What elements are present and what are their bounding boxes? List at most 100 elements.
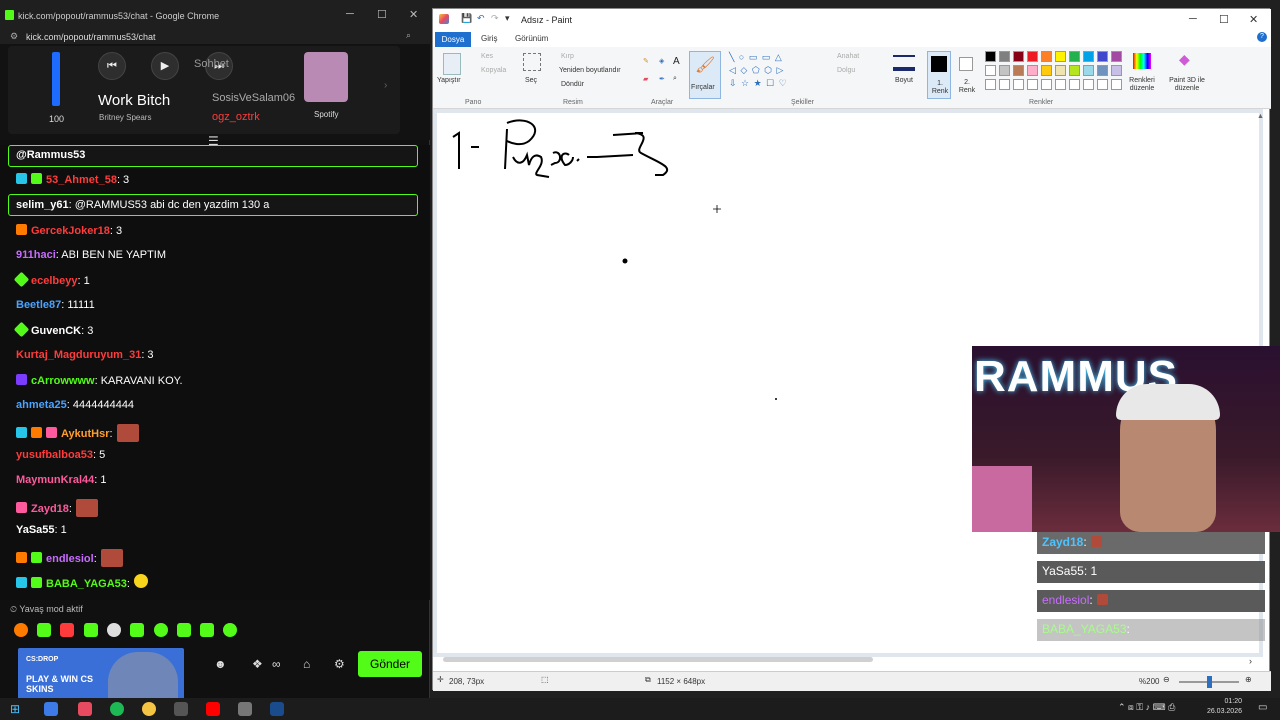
paint-close-button[interactable]: ✕: [1249, 13, 1258, 26]
chat-username[interactable]: yusufbalboa53: [16, 449, 93, 461]
overlay-scroll-icon[interactable]: ›: [1249, 656, 1252, 666]
link-icon[interactable]: ∞: [272, 657, 281, 671]
youtube-icon[interactable]: [206, 702, 220, 716]
play-button[interactable]: ▶: [151, 52, 179, 80]
palette-swatch[interactable]: [1111, 79, 1122, 90]
chat-username[interactable]: cArrowwww: [31, 375, 95, 387]
chat-username[interactable]: GercekJoker18: [31, 225, 110, 237]
promo-banner[interactable]: CS:DROP PLAY & WIN CS SKINS: [18, 648, 184, 704]
palette-swatch[interactable]: [1055, 65, 1066, 76]
undo-icon[interactable]: ↶: [477, 13, 485, 24]
select-button[interactable]: Seç: [525, 77, 537, 84]
select-icon[interactable]: [523, 53, 541, 71]
taskbar-app-icon[interactable]: [44, 702, 58, 716]
close-button[interactable]: ✕: [409, 8, 418, 21]
tab-file[interactable]: Dosya: [435, 32, 471, 47]
clipboard-icon[interactable]: [443, 53, 461, 75]
chat-username[interactable]: selim_y61: [16, 199, 69, 211]
outline-button[interactable]: Anahat: [837, 53, 859, 60]
chat-username[interactable]: @Rammus53: [16, 149, 85, 161]
paint3d-button[interactable]: Paint 3D ile düzenle: [1165, 77, 1209, 93]
spotify-icon[interactable]: [110, 702, 124, 716]
taskbar-app-icon[interactable]: [78, 702, 92, 716]
palette-swatch[interactable]: [1097, 65, 1108, 76]
edit-colors-icon[interactable]: [1133, 53, 1151, 69]
extensions-icon[interactable]: ❖: [252, 657, 263, 671]
settings-gear-icon[interactable]: ⚙: [334, 657, 345, 671]
chat-username[interactable]: MaymunKral44: [16, 474, 94, 486]
help-icon[interactable]: ?: [1257, 32, 1267, 42]
palette-swatch[interactable]: [1013, 51, 1024, 62]
color1-button[interactable]: 1. Renk: [927, 51, 951, 99]
chat-username[interactable]: Beetle87: [16, 299, 61, 311]
site-info-icon[interactable]: ⚙: [10, 31, 18, 42]
emoji-icon[interactable]: ☻: [214, 657, 227, 671]
emote-icon[interactable]: [37, 623, 51, 637]
steam-icon[interactable]: [270, 702, 284, 716]
palette-swatch[interactable]: [985, 79, 996, 90]
chat-username[interactable]: Zayd18: [31, 503, 69, 515]
send-button[interactable]: Gönder: [358, 651, 422, 677]
windows-start-icon[interactable]: ⊞: [10, 702, 20, 716]
chat-username[interactable]: 53_Ahmet_58: [46, 174, 117, 186]
notifications-icon[interactable]: ▭: [1258, 702, 1267, 713]
size-button[interactable]: Boyut: [895, 77, 913, 84]
emote-icon[interactable]: [200, 623, 214, 637]
zoom-icon[interactable]: ⌕: [406, 30, 411, 41]
save-icon[interactable]: 💾: [461, 13, 472, 24]
shapes-gallery[interactable]: ╲ ○ ▭ ▭ △ ◁ ◇ ⬠ ⬡ ▷ ⇩ ☆ ★ ☐ ♡: [729, 51, 829, 91]
palette-swatch[interactable]: [1083, 51, 1094, 62]
magnifier-icon[interactable]: ⌕: [673, 75, 677, 83]
tab-home[interactable]: Giriş: [481, 34, 497, 43]
paint-minimize-button[interactable]: ─: [1189, 13, 1197, 25]
url-bar[interactable]: ⚙ kick.com/popout/rammus53/chat ⌕: [0, 30, 430, 44]
palette-swatch[interactable]: [1013, 65, 1024, 76]
palette-swatch[interactable]: [985, 65, 996, 76]
horizontal-scrollbar[interactable]: [443, 657, 873, 662]
brushes-button[interactable]: 🖌 Fırçalar: [689, 51, 721, 99]
palette-swatch[interactable]: [1041, 51, 1052, 62]
crop-button[interactable]: Kırp: [561, 53, 574, 60]
resize-button[interactable]: Yeniden boyutlandır: [559, 67, 621, 74]
palette-swatch[interactable]: [1027, 65, 1038, 76]
chevron-right-icon[interactable]: ›: [384, 80, 387, 91]
chat-username[interactable]: 911haci: [16, 249, 56, 261]
palette-swatch[interactable]: [1027, 79, 1038, 90]
chat-username[interactable]: ecelbeyy: [31, 275, 77, 287]
redo-icon[interactable]: ↷: [491, 13, 499, 24]
prev-button[interactable]: ⏮: [98, 52, 126, 80]
emote-icon[interactable]: [107, 623, 121, 637]
palette-swatch[interactable]: [1097, 79, 1108, 90]
emote-icon[interactable]: [154, 623, 168, 637]
customize-toolbar-icon[interactable]: ▾: [505, 13, 510, 24]
chat-username[interactable]: GuvenCK: [31, 325, 81, 337]
pencil-icon[interactable]: ✎: [643, 57, 649, 65]
chat-username[interactable]: YaSa55: [16, 524, 55, 536]
paint-maximize-button[interactable]: ☐: [1219, 13, 1229, 26]
chat-username[interactable]: BABA_YAGA53: [46, 578, 127, 590]
palette-swatch[interactable]: [1055, 79, 1066, 90]
palette-swatch[interactable]: [1111, 51, 1122, 62]
chat-username[interactable]: endlesiol: [46, 553, 94, 565]
volume-bar[interactable]: [52, 52, 60, 106]
palette-swatch[interactable]: [1013, 79, 1024, 90]
store-icon[interactable]: ⌂: [303, 657, 310, 671]
tab-view[interactable]: Görünüm: [515, 34, 548, 43]
text-tool-icon[interactable]: A: [673, 56, 680, 67]
palette-swatch[interactable]: [1027, 51, 1038, 62]
edit-colors-button[interactable]: Renkleri düzenle: [1125, 77, 1159, 93]
palette-swatch[interactable]: [1083, 65, 1094, 76]
palette-swatch[interactable]: [1069, 65, 1080, 76]
palette-swatch[interactable]: [1069, 51, 1080, 62]
palette-swatch[interactable]: [999, 79, 1010, 90]
cut-button[interactable]: Kes: [481, 53, 493, 60]
paint3d-icon[interactable]: ◆: [1179, 51, 1190, 68]
tray-icons[interactable]: ⌃ ⧈ ⚿ ♪ ⌨ ⎙: [1118, 702, 1175, 713]
chat-username[interactable]: AykutHsr: [61, 428, 110, 440]
color-picker-icon[interactable]: ✒: [659, 75, 665, 83]
fill-icon[interactable]: ◈: [659, 57, 664, 65]
minimize-button[interactable]: ─: [346, 8, 354, 20]
chat-username[interactable]: ahmeta25: [16, 399, 67, 411]
fill-button[interactable]: Dolgu: [837, 67, 855, 74]
rotate-button[interactable]: Döndür: [561, 81, 584, 88]
